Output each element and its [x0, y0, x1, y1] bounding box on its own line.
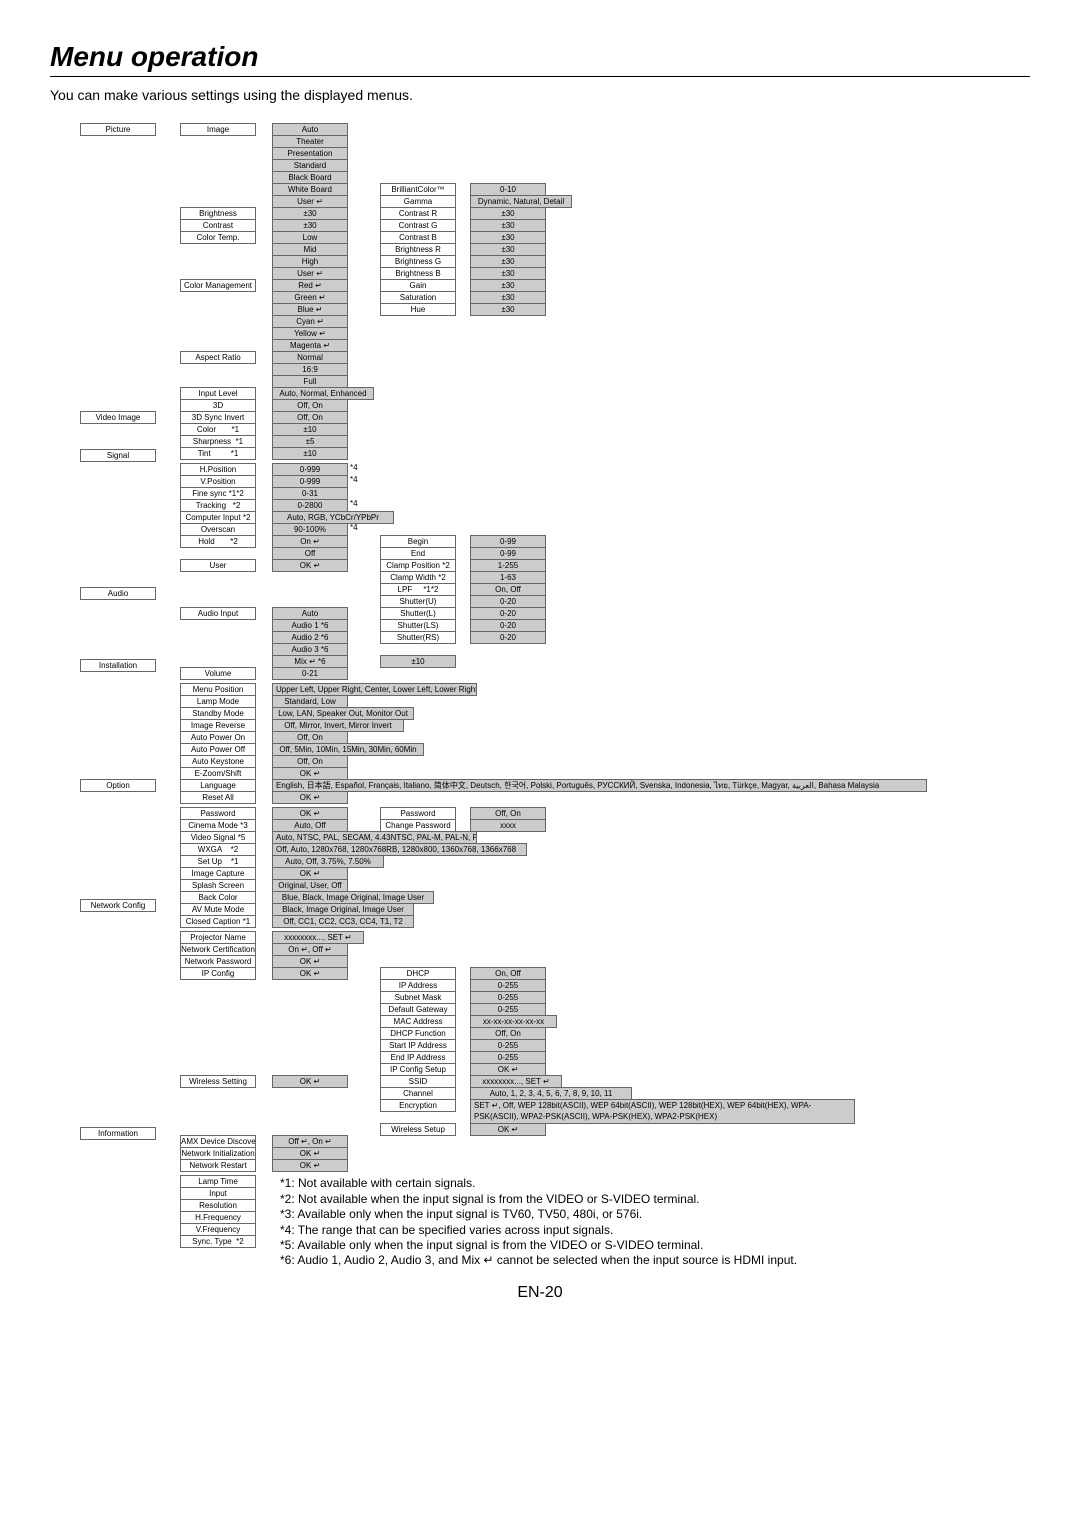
val: ±10	[380, 655, 456, 668]
cat-info: Information	[80, 1127, 156, 1140]
val: 0-20	[470, 631, 546, 644]
footnote: *2: Not available when the input signal …	[280, 1192, 797, 1206]
item: Hue	[380, 303, 456, 316]
val: OK ↵	[272, 559, 348, 572]
footnote: *3: Available only when the input signal…	[280, 1207, 797, 1221]
footnote: *6: Audio 1, Audio 2, Audio 3, and Mix ↵…	[280, 1253, 797, 1267]
val: English, 日本語, Español, Français, Italian…	[272, 779, 927, 792]
item: Tint *1	[180, 447, 256, 460]
item: Color Management	[180, 279, 256, 292]
cat-video-image: Video Image	[80, 411, 156, 424]
val: SET ↵, Off, WEP 128bit(ASCII), WEP 64bit…	[470, 1099, 855, 1124]
item: Color Temp.	[180, 231, 256, 244]
footnote: *5: Available only when the input signal…	[280, 1238, 797, 1252]
item: Closed Caption *1	[180, 915, 256, 928]
cat-audio: Audio	[80, 587, 156, 600]
page-number: EN-20	[50, 1283, 1030, 1302]
val: OK ↵	[272, 1159, 348, 1172]
item: Volume	[180, 667, 256, 680]
item: Aspect Ratio	[180, 351, 256, 364]
item: Wireless Setting	[180, 1075, 256, 1088]
intro-text: You can make various settings using the …	[50, 87, 1030, 104]
item: Wireless Setup	[380, 1123, 456, 1136]
val: OK ↵	[272, 1075, 348, 1088]
item: Image	[180, 123, 256, 136]
val: ±30	[470, 303, 546, 316]
cat-network: Network Config	[80, 899, 156, 912]
item: Sync. Type *2	[180, 1235, 256, 1248]
item: Hold *2	[180, 535, 256, 548]
val: OK ↵	[470, 1123, 546, 1136]
item: Reset All	[180, 791, 256, 804]
footnote: *4: The range that can be specified vari…	[280, 1223, 797, 1237]
cat-option: Option	[80, 779, 156, 792]
val: ±10	[272, 447, 348, 460]
footnotes: *1: Not available with certain signals. …	[280, 1175, 797, 1268]
val: Off, CC1, CC2, CC3, CC4, T1, T2	[272, 915, 414, 928]
item: IP Config	[180, 967, 256, 980]
footnote: *1: Not available with certain signals.	[280, 1176, 797, 1190]
val: xxxx	[470, 819, 546, 832]
val: 0-21	[272, 667, 348, 680]
item: Audio Input	[180, 607, 256, 620]
item: Network Restart	[180, 1159, 256, 1172]
cat-signal: Signal	[80, 449, 156, 462]
item: User	[180, 559, 256, 572]
item: Shutter(RS)	[380, 631, 456, 644]
cat-picture: Picture	[80, 123, 156, 136]
item: Encryption	[380, 1099, 456, 1112]
page-title: Menu operation	[50, 40, 1030, 77]
cat-installation: Installation	[80, 659, 156, 672]
val: OK ↵	[272, 967, 348, 980]
val: OK ↵	[272, 791, 348, 804]
